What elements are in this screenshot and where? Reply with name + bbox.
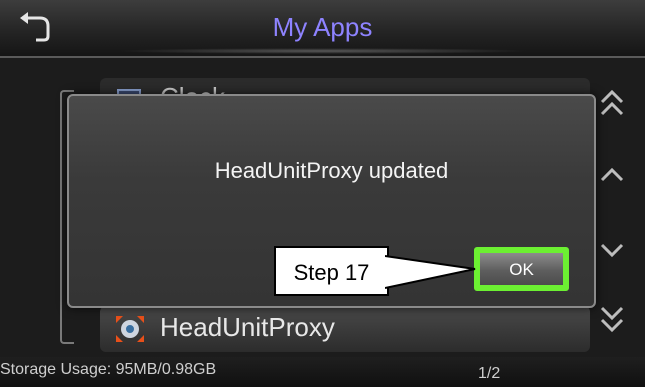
list-item-label: HeadUnitProxy xyxy=(160,312,335,342)
ok-button[interactable]: OK xyxy=(474,247,569,291)
header-bar: My Apps xyxy=(0,0,645,58)
page-indicator: 1/2 xyxy=(478,365,501,382)
header-shine xyxy=(116,48,529,54)
ok-button-label: OK xyxy=(509,260,534,279)
footer-bar: Storage Usage: 95MB/0.98GB 1/2 xyxy=(0,357,645,387)
dialog-message: HeadUnitProxy updated xyxy=(214,158,449,183)
list-item-headunitproxy[interactable]: HeadUnitProxy xyxy=(100,306,590,352)
headunitproxy-icon xyxy=(116,316,144,342)
head-unit-screen: My Apps Clock HeadUnitProxy xyxy=(0,0,645,387)
storage-usage: Storage Usage: 95MB/0.98GB xyxy=(0,361,217,378)
step-callout: Step 17 xyxy=(274,246,389,296)
step-callout-label: Step 17 xyxy=(293,260,370,285)
callout-pointer xyxy=(385,255,476,289)
page-title: My Apps xyxy=(272,12,373,42)
